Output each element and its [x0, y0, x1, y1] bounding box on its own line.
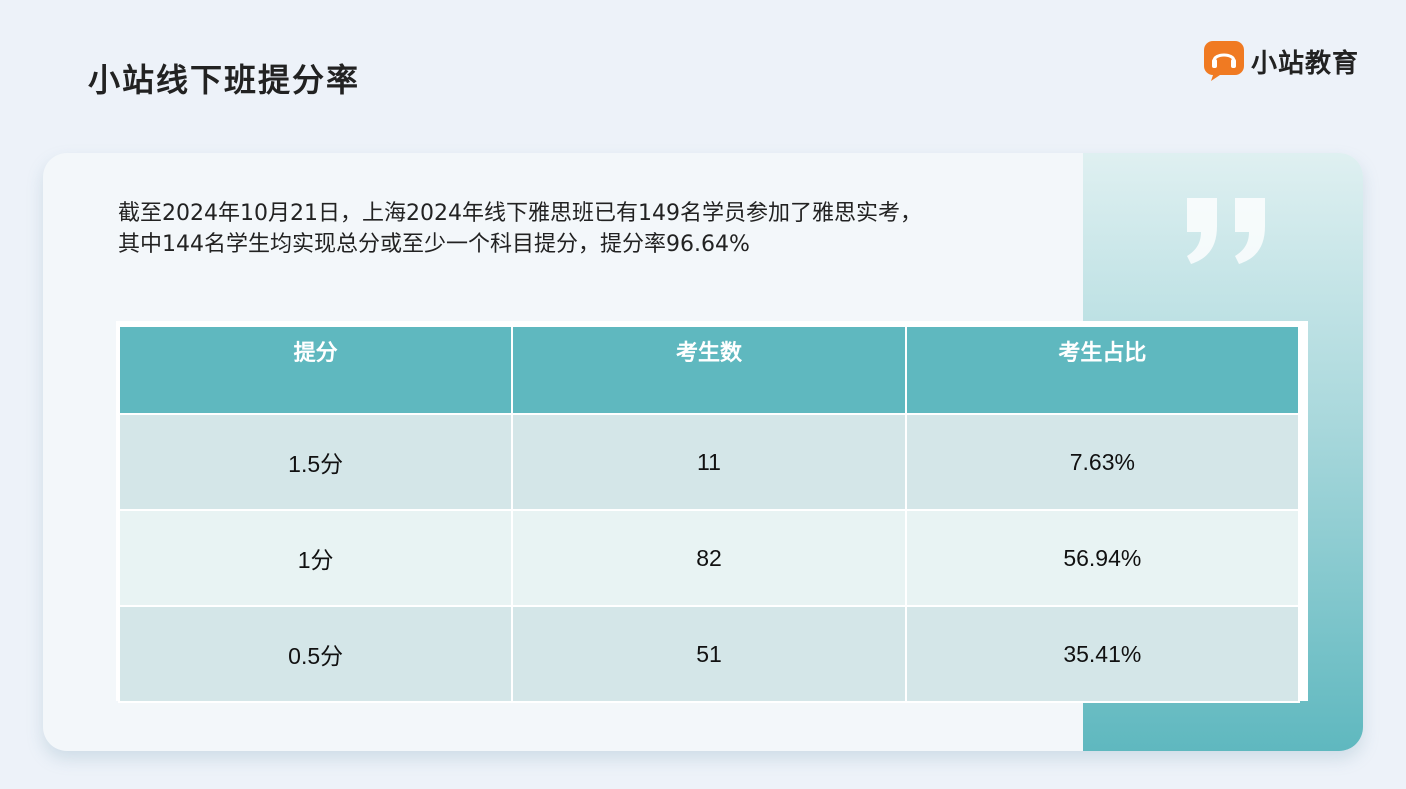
cell-score-gain: 1分: [117, 509, 514, 607]
cell-student-count: 51: [511, 605, 907, 703]
table-row: 0.5分 51 35.41%: [117, 605, 1301, 703]
header-score-gain: 提分: [117, 325, 514, 415]
content-card: 截至2024年10月21日，上海2024年线下雅思班已有149名学员参加了雅思实…: [43, 153, 1363, 751]
table-container: 提分 考生数 考生占比 1.5分 11 7.63% 1分 82 56.94% 0…: [116, 321, 1308, 703]
intro-text: 截至2024年10月21日，上海2024年线下雅思班已有149名学员参加了雅思实…: [118, 198, 1098, 260]
page-title: 小站线下班提分率: [88, 61, 361, 99]
cell-student-ratio: 7.63%: [904, 413, 1301, 511]
cell-student-ratio: 35.41%: [904, 605, 1301, 703]
header-student-count: 考生数: [511, 325, 907, 415]
brand-logo: 小站教育: [1203, 40, 1359, 82]
chat-headset-icon: [1204, 41, 1244, 81]
cell-student-count: 82: [511, 509, 907, 607]
cell-score-gain: 0.5分: [117, 605, 514, 703]
cell-student-count: 11: [511, 413, 907, 511]
header-student-ratio: 考生占比: [904, 325, 1301, 415]
intro-line-1: 截至2024年10月21日，上海2024年线下雅思班已有149名学员参加了雅思实…: [118, 201, 922, 226]
table-row: 1分 82 56.94%: [117, 509, 1301, 607]
table-row: 1.5分 11 7.63%: [117, 413, 1301, 511]
quote-icon: [1187, 198, 1265, 264]
cell-student-ratio: 56.94%: [904, 509, 1301, 607]
brand-name: 小站教育: [1251, 48, 1360, 79]
intro-line-2: 其中144名学生均实现总分或至少一个科目提分，提分率96.64%: [118, 232, 750, 257]
cell-score-gain: 1.5分: [117, 413, 514, 511]
table-header-row: 提分 考生数 考生占比: [117, 325, 1301, 415]
score-table: 提分 考生数 考生占比 1.5分 11 7.63% 1分 82 56.94% 0…: [117, 325, 1301, 703]
